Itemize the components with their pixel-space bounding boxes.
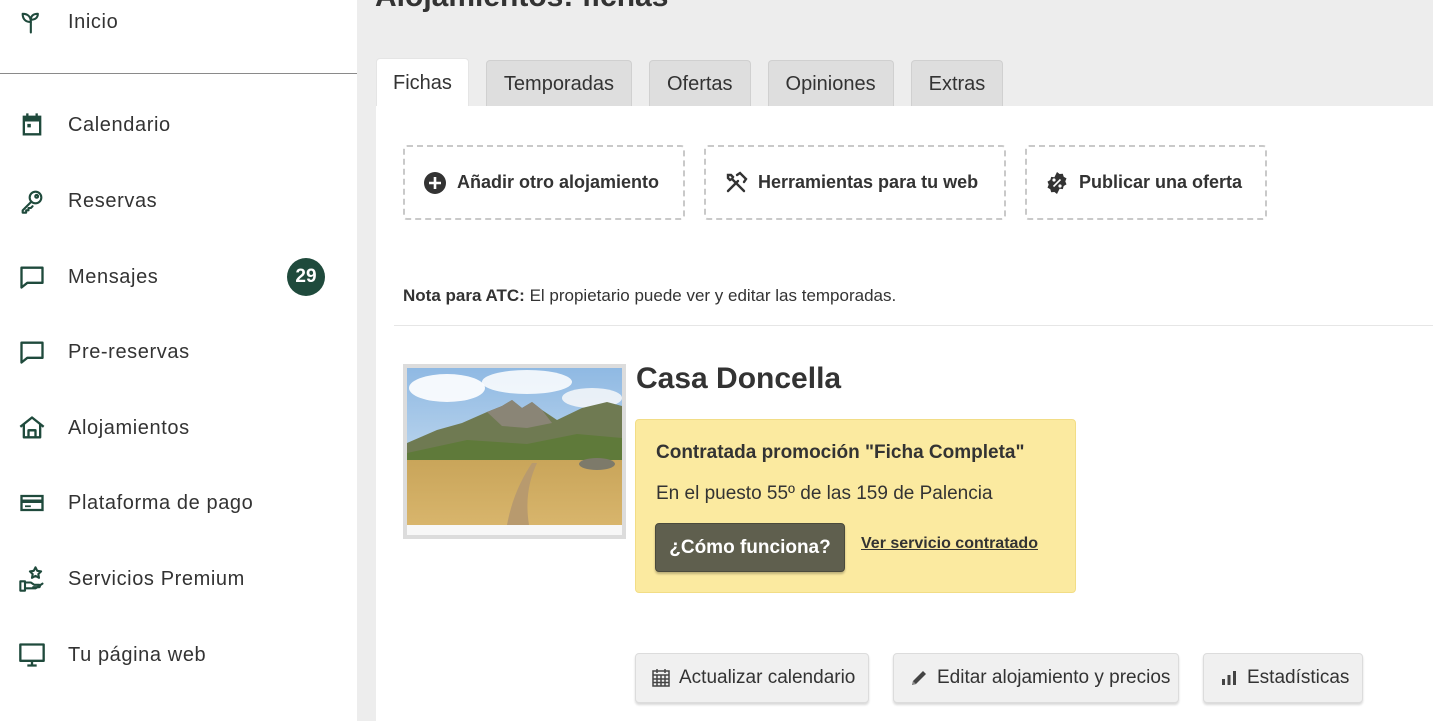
sidebar-item-label: Mensajes	[68, 265, 159, 288]
tab-extras[interactable]: Extras	[910, 60, 1004, 108]
tab-ofertas[interactable]: Ofertas	[648, 60, 751, 108]
credit-card-icon	[18, 489, 46, 517]
publish-offer-label: Publicar una oferta	[1079, 172, 1243, 192]
sidebar-item-label: Inicio	[68, 10, 119, 33]
view-service-link[interactable]: Ver servicio contratado	[861, 535, 1038, 553]
add-accommodation-button[interactable]: Añadir otro alojamiento	[403, 145, 685, 220]
web-tools-label: Herramientas para tu web	[758, 172, 979, 192]
web-tools-button[interactable]: Herramientas para tu web	[704, 145, 1006, 220]
sidebar-item-plataforma-de-pago[interactable]: Plataforma de pago	[0, 483, 357, 523]
sidebar-item-label: Plataforma de pago	[68, 491, 254, 514]
sidebar-item-label: Calendario	[68, 113, 171, 136]
statistics-button[interactable]: Estadísticas	[1203, 653, 1363, 703]
sidebar-item-label: Tu página web	[68, 643, 207, 666]
sprout-icon	[18, 8, 46, 36]
edit-accommodation-button[interactable]: Editar alojamiento y precios	[893, 653, 1179, 703]
monitor-icon	[18, 641, 46, 669]
tools-icon	[724, 170, 748, 195]
sidebar-item-label: Reservas	[68, 189, 158, 212]
tab-fichas[interactable]: Fichas	[376, 58, 469, 108]
main-content: Alojamientos: fichas Fichas Temporadas O…	[357, 0, 1433, 721]
page-title: Alojamientos: fichas	[375, 0, 668, 14]
plus-circle-icon	[423, 171, 447, 195]
sidebar-item-pre-reservas[interactable]: Pre-reservas	[0, 332, 357, 372]
promo-title: Contratada promoción "Ficha Completa"	[656, 442, 1025, 463]
add-accommodation-label: Añadir otro alojamiento	[457, 172, 660, 192]
sidebar-item-inicio[interactable]: Inicio	[0, 2, 357, 42]
sidebar-divider	[0, 73, 357, 74]
edit-accommodation-label: Editar alojamiento y precios	[937, 667, 1171, 688]
divider	[394, 325, 1433, 326]
sidebar-item-label: Alojamientos	[68, 416, 190, 439]
fichas-panel: Añadir otro alojamiento Herramientas par…	[376, 106, 1433, 721]
sidebar-item-label: Servicios Premium	[68, 567, 245, 590]
chat-icon	[18, 263, 46, 291]
tab-opiniones[interactable]: Opiniones	[767, 60, 894, 108]
tab-temporadas[interactable]: Temporadas	[485, 60, 632, 108]
pencil-icon	[909, 668, 929, 688]
promo-box: Contratada promoción "Ficha Completa" En…	[635, 419, 1076, 593]
unread-messages-badge: 29	[287, 258, 325, 296]
property-name: Casa Doncella	[636, 362, 842, 395]
chat-icon	[18, 338, 46, 366]
property-thumbnail[interactable]	[403, 364, 626, 539]
statistics-label: Estadísticas	[1247, 667, 1350, 688]
calendar-icon	[651, 668, 671, 688]
sidebar-item-reservas[interactable]: Reservas	[0, 181, 357, 221]
key-icon	[18, 187, 46, 215]
sidebar-item-servicios-premium[interactable]: Servicios Premium	[0, 559, 357, 599]
sidebar-item-alojamientos[interactable]: Alojamientos	[0, 408, 357, 448]
atc-note: Nota para ATC: El propietario puede ver …	[403, 286, 896, 306]
atc-note-prefix: Nota para ATC:	[403, 286, 525, 305]
update-calendar-button[interactable]: Actualizar calendario	[635, 653, 869, 703]
house-icon	[18, 414, 46, 442]
update-calendar-label: Actualizar calendario	[679, 667, 856, 688]
publish-offer-button[interactable]: Publicar una oferta	[1025, 145, 1267, 220]
tab-bar: Fichas Temporadas Ofertas Opiniones Extr…	[376, 58, 1020, 108]
sidebar-item-calendario[interactable]: Calendario	[0, 105, 357, 145]
ranking-text: En el puesto 55º de las 159 de Palencia	[656, 483, 993, 504]
sidebar: Inicio Calendario Reservas Mensajes 29 P…	[0, 0, 357, 721]
sidebar-item-mensajes[interactable]: Mensajes 29	[0, 257, 357, 297]
bar-chart-icon	[1219, 668, 1239, 688]
atc-note-text: El propietario puede ver y editar las te…	[524, 286, 897, 305]
hand-star-icon	[18, 565, 46, 593]
how-it-works-button[interactable]: ¿Cómo funciona?	[655, 523, 845, 572]
percent-badge-icon	[1045, 171, 1069, 195]
calendar-icon	[18, 111, 46, 139]
sidebar-item-tu-pagina-web[interactable]: Tu página web	[0, 635, 357, 675]
sidebar-item-label: Pre-reservas	[68, 340, 190, 363]
